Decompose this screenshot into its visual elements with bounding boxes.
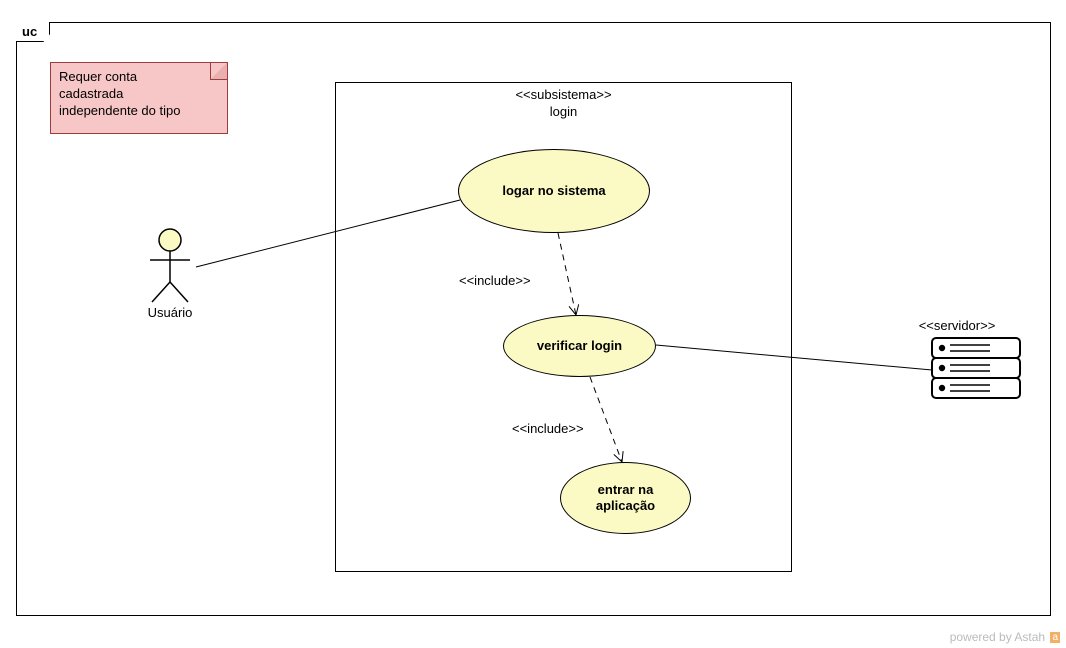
note-line3: independente do tipo bbox=[59, 103, 219, 120]
powered-by: powered by Astah a bbox=[950, 630, 1060, 644]
include-label-2: <<include>> bbox=[512, 421, 584, 436]
diagram-canvas: uc Requer conta cadastrada independente … bbox=[0, 0, 1066, 648]
usecase-verificar: verificar login bbox=[503, 315, 656, 377]
brand-badge: a bbox=[1050, 632, 1060, 643]
usecase-entrar-line1: entrar na bbox=[598, 482, 654, 497]
usecase-verificar-label: verificar login bbox=[537, 338, 622, 354]
usecase-entrar-line2: aplicação bbox=[596, 498, 655, 513]
note-line1: Requer conta bbox=[59, 69, 219, 86]
frame-label: uc bbox=[16, 22, 50, 42]
include-label-1: <<include>> bbox=[459, 273, 531, 288]
actor-server-stereotype: <<servidor>> bbox=[907, 318, 1007, 333]
subsystem-stereotype: <<subsistema>> bbox=[336, 87, 791, 104]
usecase-entrar: entrar na aplicação bbox=[560, 462, 691, 534]
usecase-entrar-label: entrar na aplicação bbox=[596, 482, 655, 513]
usecase-logar: logar no sistema bbox=[458, 149, 650, 233]
subsystem-header: <<subsistema>> login bbox=[336, 83, 791, 121]
subsystem-name: login bbox=[336, 104, 791, 121]
powered-text: powered by bbox=[950, 630, 1015, 644]
actor-user-label: Usuário bbox=[130, 305, 210, 320]
note: Requer conta cadastrada independente do … bbox=[50, 62, 228, 134]
note-fold-icon bbox=[210, 63, 227, 80]
brand-text: Astah bbox=[1014, 630, 1045, 644]
usecase-logar-label: logar no sistema bbox=[502, 183, 605, 199]
note-line2: cadastrada bbox=[59, 86, 219, 103]
